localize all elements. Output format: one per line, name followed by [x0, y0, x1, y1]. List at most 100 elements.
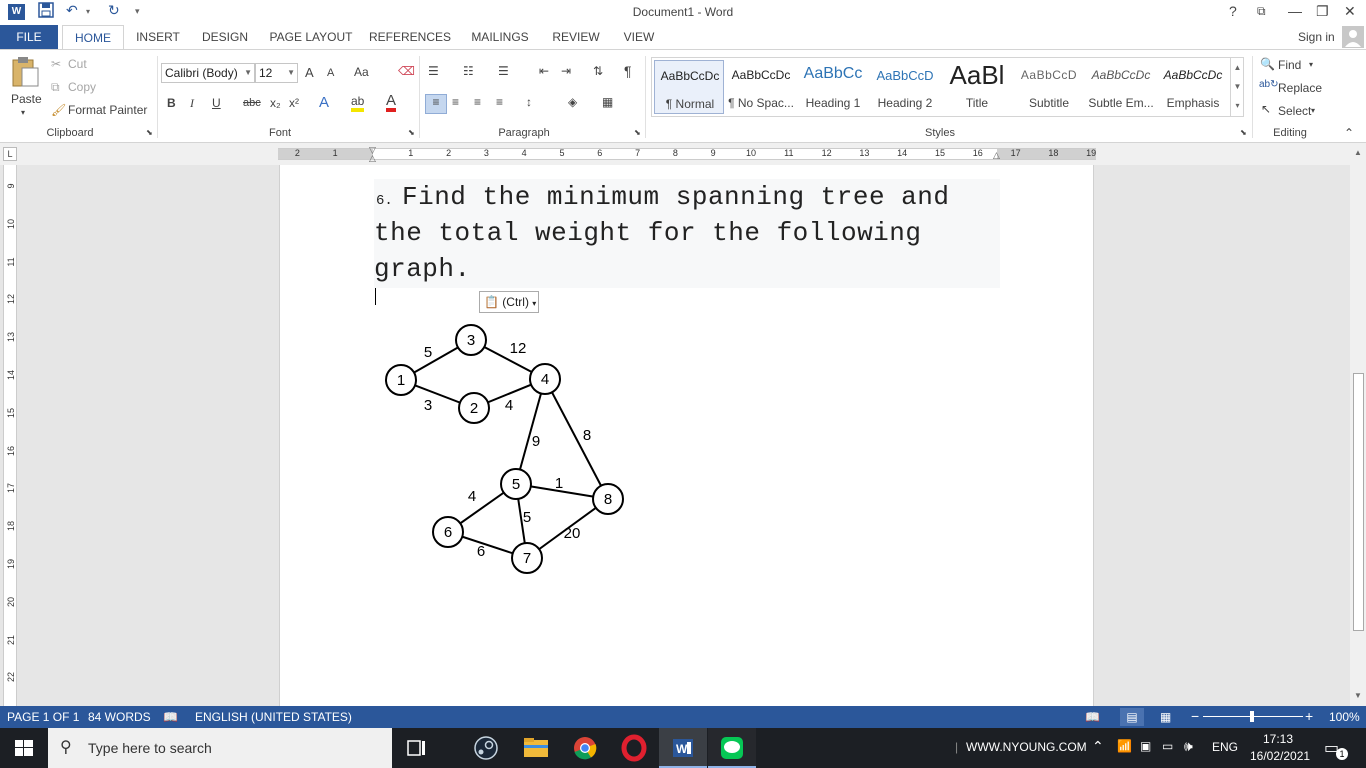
help-button[interactable]: ? — [1229, 3, 1237, 19]
language-indicator[interactable]: ENGLISH (UNITED STATES) — [195, 710, 352, 724]
grow-font-button[interactable]: A — [305, 65, 314, 80]
chevron-up-icon[interactable]: ▲ — [1231, 58, 1244, 77]
device-icon[interactable]: ▣ — [1140, 739, 1151, 753]
find-dropdown-icon[interactable]: ▾ — [1309, 60, 1313, 69]
change-case-button[interactable]: Aa — [354, 65, 369, 79]
input-language[interactable]: ENG — [1212, 740, 1238, 754]
format-painter-button[interactable]: Format Painter — [68, 103, 147, 117]
clear-formatting-icon[interactable]: ⌫ — [398, 64, 415, 78]
style-heading-2[interactable]: AaBbCcD Heading 2 — [870, 60, 940, 114]
shrink-font-button[interactable]: A — [327, 67, 334, 79]
web-layout-icon[interactable]: ▦ — [1160, 710, 1171, 724]
zoom-out-button[interactable]: − — [1191, 708, 1199, 724]
graph-image[interactable]: 5 123 49 814520612345678 — [380, 320, 640, 585]
find-button[interactable]: Find — [1278, 58, 1301, 72]
network-icon[interactable]: 📶 — [1117, 739, 1132, 753]
clipboard-launcher-icon[interactable]: ⬊ — [146, 128, 153, 137]
close-button[interactable]: ✕ — [1344, 3, 1356, 20]
style-no-spacing[interactable]: AaBbCcDc ¶ No Spac... — [726, 60, 796, 114]
select-button[interactable]: Select — [1278, 104, 1311, 118]
style-emphasis[interactable]: AaBbCcDc Emphasis — [1158, 60, 1228, 114]
zoom-level[interactable]: 100% — [1329, 710, 1360, 724]
tab-references[interactable]: REFERENCES — [368, 25, 452, 49]
paragraph-launcher-icon[interactable]: ⬊ — [634, 128, 641, 137]
tab-mailings[interactable]: MAILINGS — [464, 25, 536, 49]
cut-button[interactable]: Cut — [68, 57, 87, 71]
paste-icon[interactable] — [10, 56, 40, 91]
word-taskbar-icon[interactable]: W — [659, 728, 707, 768]
scroll-up-icon[interactable]: ▲ — [1350, 145, 1366, 161]
style-title[interactable]: AaBl Title — [942, 60, 1012, 114]
select-dropdown-icon[interactable]: ▾ — [1311, 106, 1315, 115]
bullets-icon[interactable]: ☰ — [428, 64, 439, 78]
right-indent-icon[interactable]: △ — [993, 150, 1000, 161]
sort-icon[interactable]: ⇅ — [593, 64, 603, 78]
ribbon-display-options-button[interactable]: ⧉ — [1257, 4, 1266, 19]
user-avatar-icon[interactable] — [1342, 26, 1364, 48]
text-effects-button[interactable]: A — [319, 94, 329, 111]
print-layout-icon[interactable]: ▤ — [1120, 708, 1144, 726]
style-heading-1[interactable]: AaBbCc Heading 1 — [798, 60, 868, 114]
restore-button[interactable]: ❐ — [1316, 3, 1329, 20]
proofing-icon[interactable]: 📖 — [163, 710, 178, 724]
tab-insert[interactable]: INSERT — [132, 25, 184, 49]
align-left-icon[interactable]: ≡ — [425, 94, 447, 114]
show-hidden-icons-icon[interactable]: ⌃ — [1092, 738, 1104, 755]
font-size-select[interactable]: 12 ▼ — [255, 63, 298, 83]
minimize-button[interactable]: — — [1288, 3, 1302, 19]
multilevel-list-icon[interactable]: ☰ — [498, 64, 509, 78]
numbering-icon[interactable]: ☷ — [463, 64, 474, 78]
style-subtitle[interactable]: AaBbCcD Subtitle — [1014, 60, 1084, 114]
document-page[interactable]: 6. Find the minimum spanning tree and th… — [279, 165, 1094, 706]
decrease-indent-icon[interactable]: ⇤ — [539, 64, 549, 78]
question-paragraph[interactable]: 6. Find the minimum spanning tree and th… — [374, 179, 1000, 288]
opera-icon[interactable] — [610, 728, 658, 768]
steam-icon[interactable] — [462, 728, 510, 768]
tab-file[interactable]: FILE — [0, 25, 58, 49]
scroll-down-icon[interactable]: ▼ — [1350, 688, 1366, 704]
tab-home[interactable]: HOME — [62, 25, 124, 50]
volume-icon[interactable]: 🕪 — [1184, 738, 1193, 755]
style-subtle-emphasis[interactable]: AaBbCcDc Subtle Em... — [1086, 60, 1156, 114]
vertical-ruler[interactable]: 9 10 11 12 13 14 15 16 17 18 19 20 21 22 — [3, 165, 17, 706]
taskbar-search-box[interactable]: ⚲ Type here to search — [48, 728, 392, 768]
chevron-down-icon[interactable]: ▼ — [1231, 77, 1244, 96]
collapse-ribbon-icon[interactable]: ⌃ — [1344, 126, 1354, 140]
zoom-in-button[interactable]: + — [1305, 708, 1313, 724]
read-mode-icon[interactable]: 📖 — [1085, 710, 1100, 724]
battery-icon[interactable]: ▭ — [1162, 739, 1173, 753]
clock-date[interactable]: 16/02/2021 — [1250, 749, 1310, 763]
borders-icon[interactable]: ▦ — [602, 95, 613, 109]
tray-toolbar-label[interactable]: WWW.NYOUNG.COM — [966, 740, 1087, 754]
file-explorer-icon[interactable] — [512, 728, 560, 768]
zoom-slider-thumb[interactable] — [1250, 711, 1254, 722]
justify-icon[interactable]: ≡ — [496, 95, 503, 109]
strikethrough-button[interactable]: abc — [243, 97, 261, 109]
tab-selector-button[interactable]: L — [3, 147, 17, 161]
copy-button[interactable]: Copy — [68, 80, 96, 94]
font-color-button[interactable]: A — [386, 93, 397, 112]
paste-button[interactable]: Paste — [11, 92, 42, 106]
align-right-icon[interactable]: ≡ — [474, 95, 481, 109]
tab-design[interactable]: DESIGN — [196, 25, 254, 49]
align-center-icon[interactable]: ≡ — [452, 95, 459, 109]
sign-in-link[interactable]: Sign in — [1298, 30, 1335, 44]
italic-button[interactable]: I — [190, 96, 194, 111]
line-app-icon[interactable] — [708, 728, 756, 768]
horizontal-ruler[interactable]: 2 1 1 2 3 4 5 6 7 8 9 10 11 12 13 14 15 16 17 18 19 ▽ △ △ — [278, 145, 1096, 163]
styles-scroll[interactable]: ▲ ▼ ▾ — [1230, 58, 1244, 116]
show-formatting-marks-button[interactable]: ¶ — [624, 63, 632, 79]
increase-indent-icon[interactable]: ⇥ — [561, 64, 571, 78]
style-normal[interactable]: AaBbCcDc ¶ Normal — [654, 60, 724, 114]
superscript-button[interactable]: x² — [289, 96, 299, 110]
page-count[interactable]: PAGE 1 OF 1 — [7, 710, 79, 724]
font-name-select[interactable]: Calibri (Body) ▼ — [161, 63, 255, 83]
word-count[interactable]: 84 WORDS — [88, 710, 151, 724]
underline-button[interactable]: U — [212, 96, 221, 110]
paste-dropdown-icon[interactable]: ▾ — [21, 108, 25, 117]
shading-icon[interactable]: ◈ — [568, 95, 577, 109]
task-view-icon[interactable] — [392, 728, 440, 768]
start-button[interactable] — [0, 728, 48, 768]
hanging-indent-icon[interactable]: △ — [369, 153, 376, 164]
paste-options-button[interactable]: 📋 (Ctrl) ▾ — [479, 291, 539, 313]
